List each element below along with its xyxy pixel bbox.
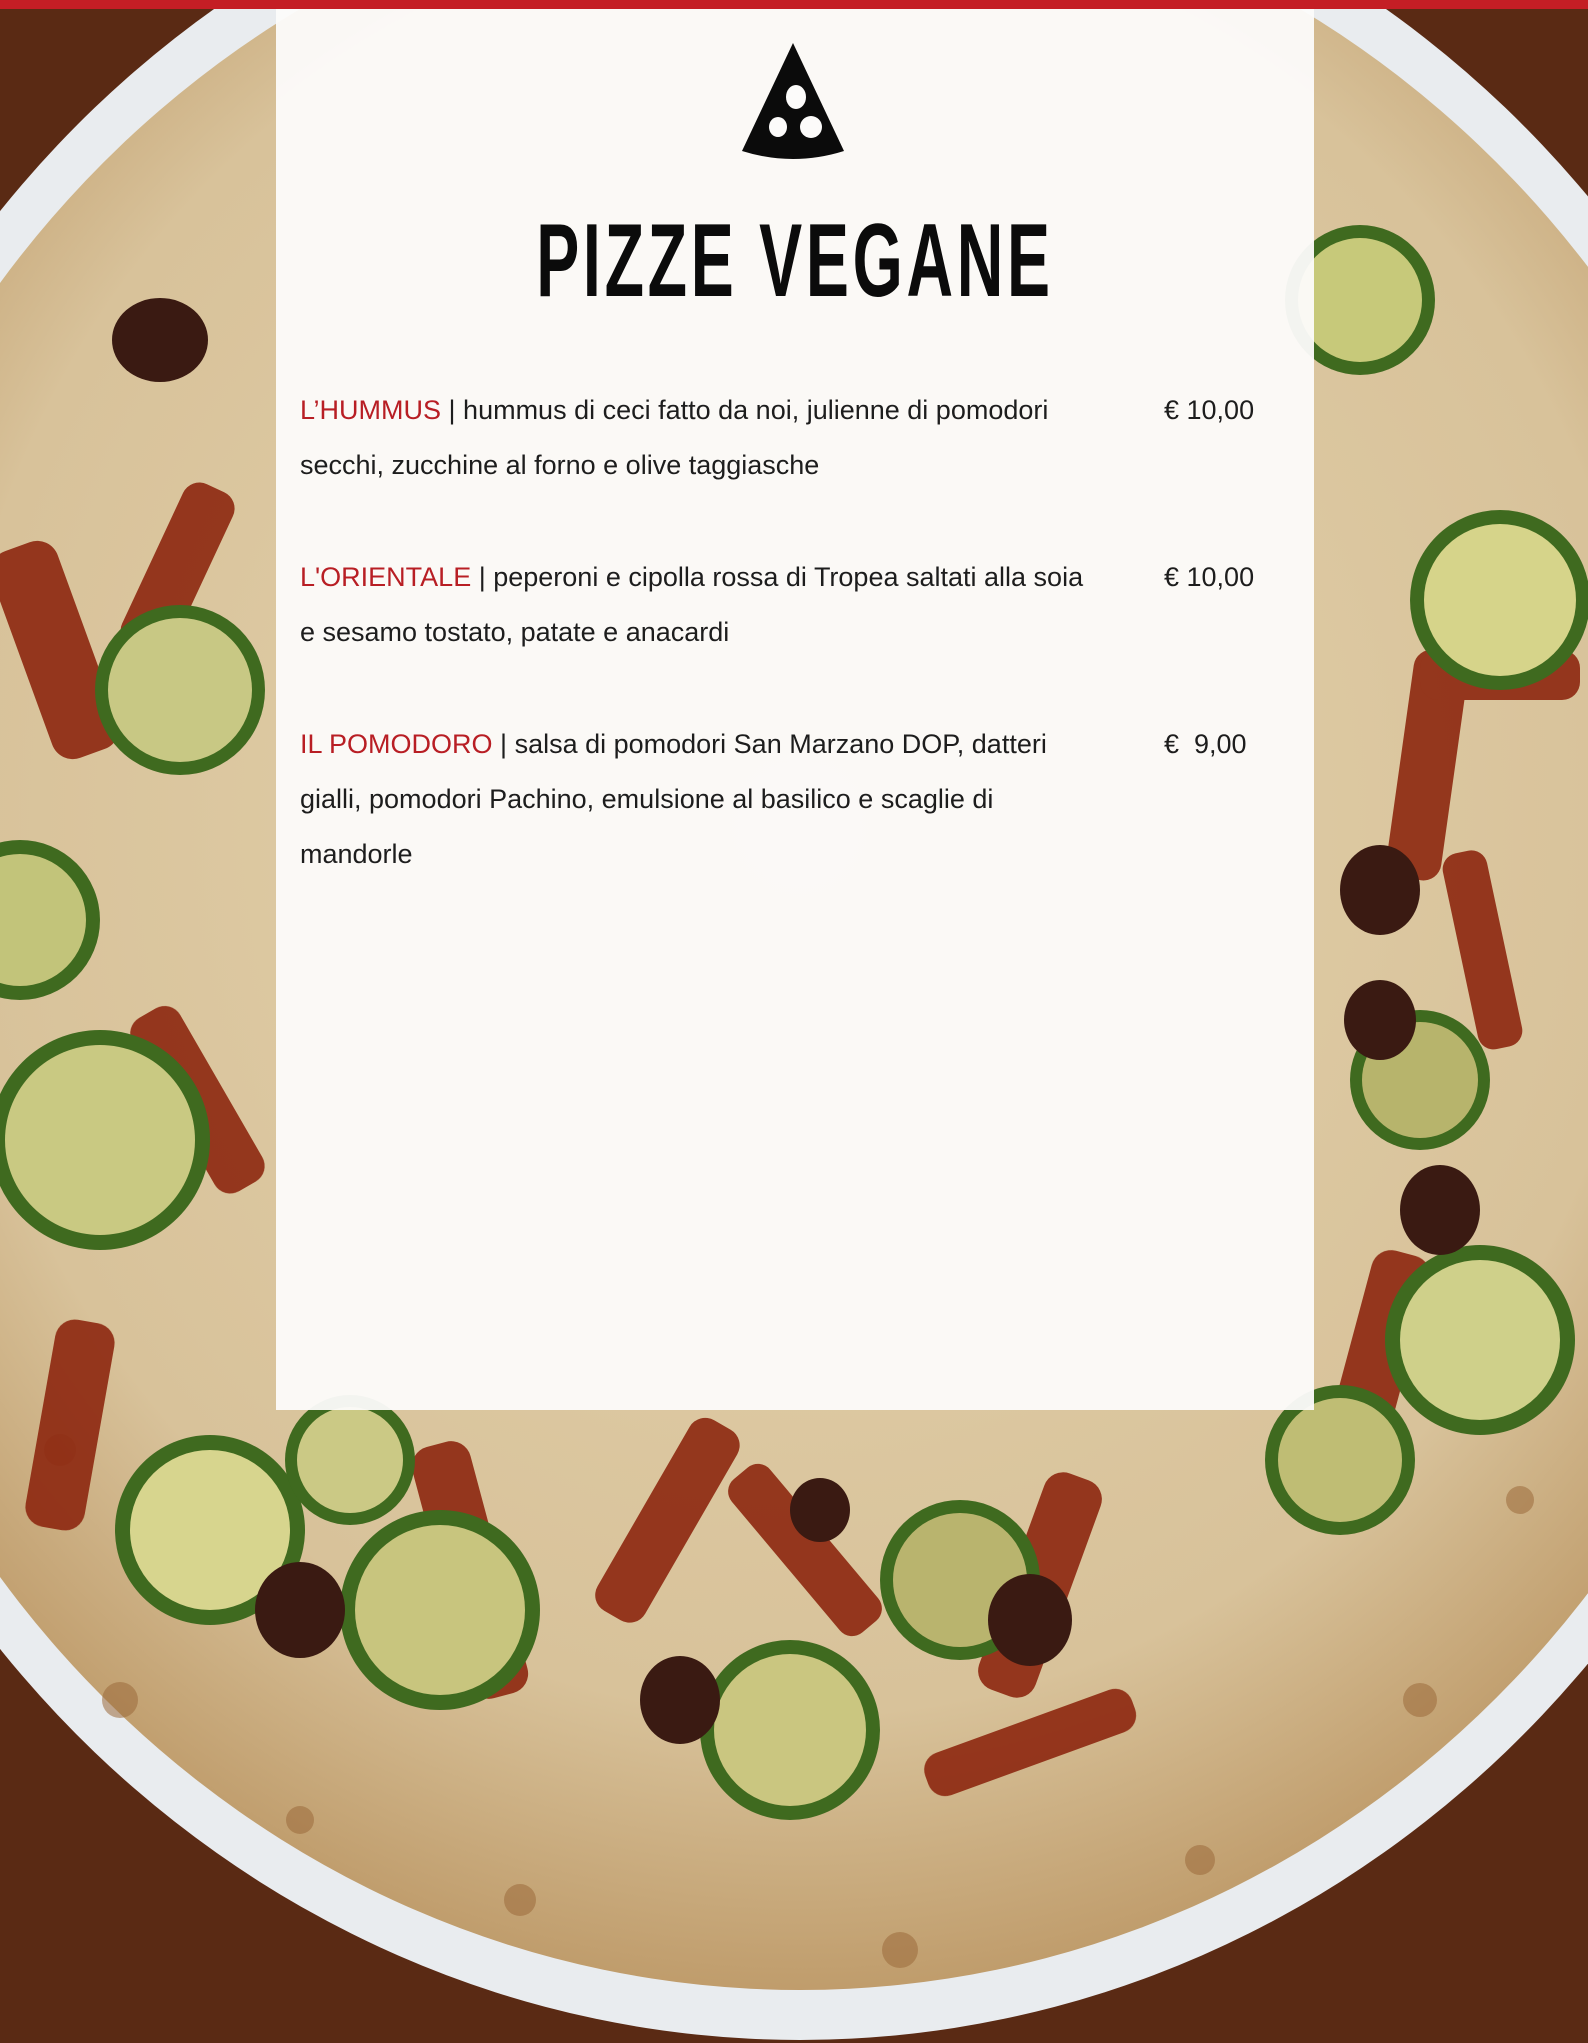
menu-item-name: IL POMODORO — [300, 729, 493, 759]
menu-item-price: € 10,00 — [1164, 395, 1255, 425]
page-title: PIZZE VEGANE — [536, 203, 1054, 319]
menu-item-text: L’HUMMUS | hummus di ceci fatto da noi, … — [300, 383, 1090, 493]
menu-card: PIZZE VEGANE L’HUMMUS | hummus di ceci f… — [276, 9, 1314, 1410]
menu-item-price: € 9,00 — [1164, 729, 1247, 759]
top-accent-bar — [0, 0, 1588, 9]
menu-item-text: IL POMODORO | salsa di pomodori San Marz… — [300, 717, 1090, 882]
menu-item-name: L'ORIENTALE — [300, 562, 472, 592]
menu-item-separator: | — [441, 395, 464, 425]
menu-item-name: L’HUMMUS — [300, 395, 442, 425]
menu-item-separator: | — [492, 729, 515, 759]
menu-item-text: L'ORIENTALE | peperoni e cipolla rossa d… — [300, 550, 1090, 660]
menu-item-price: € 10,00 — [1164, 562, 1255, 592]
menu-item-separator: | — [471, 562, 494, 592]
pizza-slice-icon — [738, 39, 848, 165]
